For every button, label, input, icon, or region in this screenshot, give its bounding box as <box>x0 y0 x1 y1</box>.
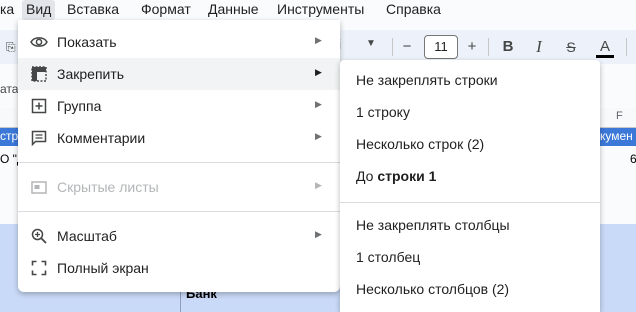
menu-item-label: Показать <box>57 34 117 50</box>
view-menu: Показать ▶ Закрепить ▶ Группа ▶ Коммента… <box>18 20 340 292</box>
submenu-arrow-icon: ▶ <box>315 229 322 239</box>
zoom-icon <box>30 227 48 245</box>
font-dropdown-caret-icon[interactable]: ▼ <box>366 38 376 49</box>
menu-divider <box>18 211 340 212</box>
upto-row-bold: строки 1 <box>377 168 437 184</box>
menu-help[interactable]: Справка <box>382 0 445 20</box>
cell-text-right[interactable]: 6 <box>630 152 636 166</box>
menu-item-label: Скрытые листы <box>57 179 159 195</box>
menu-view[interactable]: Вид <box>22 0 56 20</box>
freeze-rows-none[interactable]: Не закреплять строки <box>340 65 600 97</box>
submenu-item-label: 1 столбец <box>356 249 421 265</box>
italic-button[interactable]: I <box>526 34 552 60</box>
menu-item-label: Масштаб <box>57 228 117 244</box>
menu-item-label: Комментарии <box>57 130 146 146</box>
freeze-cols-several[interactable]: Несколько столбцов (2) <box>340 274 600 306</box>
menu-edit[interactable]: ка <box>0 0 18 20</box>
freeze-rows-upto[interactable]: До строки 1 <box>340 161 600 193</box>
menu-divider <box>18 162 340 163</box>
freeze-submenu: Не закреплять строки 1 строку Несколько … <box>340 60 600 312</box>
menu-item-fullscreen[interactable]: Полный экран <box>18 252 340 284</box>
submenu-item-label: 1 строку <box>356 104 410 120</box>
text-color-swatch <box>596 55 614 58</box>
menu-insert[interactable]: Вставка <box>63 0 123 20</box>
toolbar-divider <box>626 38 627 56</box>
freeze-rows-one[interactable]: 1 строку <box>340 97 600 129</box>
column-header-f[interactable]: F <box>616 110 623 122</box>
paint-format-icon[interactable]: ⎘ <box>6 40 18 54</box>
menu-item-zoom[interactable]: Масштаб ▶ <box>18 220 340 252</box>
menu-item-freeze[interactable]: Закрепить ▶ <box>18 58 340 90</box>
submenu-item-label: До строки 1 <box>356 168 436 184</box>
upto-prefix: До <box>356 168 378 184</box>
hidden-sheet-icon <box>30 178 48 196</box>
selected-row-cell-right[interactable]: кумен <box>600 129 633 143</box>
menu-item-group[interactable]: Группа ▶ <box>18 90 340 122</box>
decrease-font-size-button[interactable]: − <box>394 34 420 60</box>
eye-icon <box>30 33 48 51</box>
menu-data[interactable]: Данные <box>204 0 263 20</box>
menu-item-label: Полный экран <box>57 260 149 276</box>
submenu-arrow-icon: ▶ <box>315 67 322 77</box>
comment-icon <box>30 129 48 147</box>
submenu-arrow-icon: ▶ <box>315 99 322 109</box>
menu-item-label: Группа <box>57 98 102 114</box>
freeze-cols-none[interactable]: Не закреплять столбцы <box>340 210 600 242</box>
freeze-cols-one[interactable]: 1 столбец <box>340 242 600 274</box>
increase-font-size-button[interactable]: + <box>459 34 485 60</box>
freeze-rows-several[interactable]: Несколько строк (2) <box>340 129 600 161</box>
menu-item-comments[interactable]: Комментарии ▶ <box>18 122 340 154</box>
menu-item-label: Закрепить <box>57 66 125 82</box>
strikethrough-button[interactable]: S <box>558 34 584 60</box>
toolbar-divider <box>488 38 489 56</box>
menu-format[interactable]: Формат <box>137 0 195 20</box>
submenu-arrow-icon: ▶ <box>315 180 322 190</box>
submenu-arrow-icon: ▶ <box>315 35 322 45</box>
name-box-fragment: ата <box>0 82 19 96</box>
menu-bar: ка Вид Вставка Формат Данные Инструменты… <box>0 0 636 20</box>
submenu-item-label: Несколько столбцов (2) <box>356 281 510 297</box>
menu-item-hidden-sheets: Скрытые листы ▶ <box>18 171 340 203</box>
bold-button[interactable]: B <box>495 34 521 60</box>
submenu-item-label: Несколько строк (2) <box>356 136 485 152</box>
freeze-icon <box>30 65 48 83</box>
font-size-input[interactable]: 11 <box>424 35 458 59</box>
submenu-item-label: Не закреплять строки <box>356 72 498 88</box>
submenu-divider <box>340 202 600 203</box>
plus-box-icon <box>30 97 48 115</box>
submenu-arrow-icon: ▶ <box>315 131 322 141</box>
fullscreen-icon <box>30 259 48 277</box>
menu-tools[interactable]: Инструменты <box>273 0 368 20</box>
submenu-item-label: Не закреплять столбцы <box>356 217 510 233</box>
menu-item-show[interactable]: Показать ▶ <box>18 26 340 58</box>
toolbar-divider <box>392 38 393 56</box>
